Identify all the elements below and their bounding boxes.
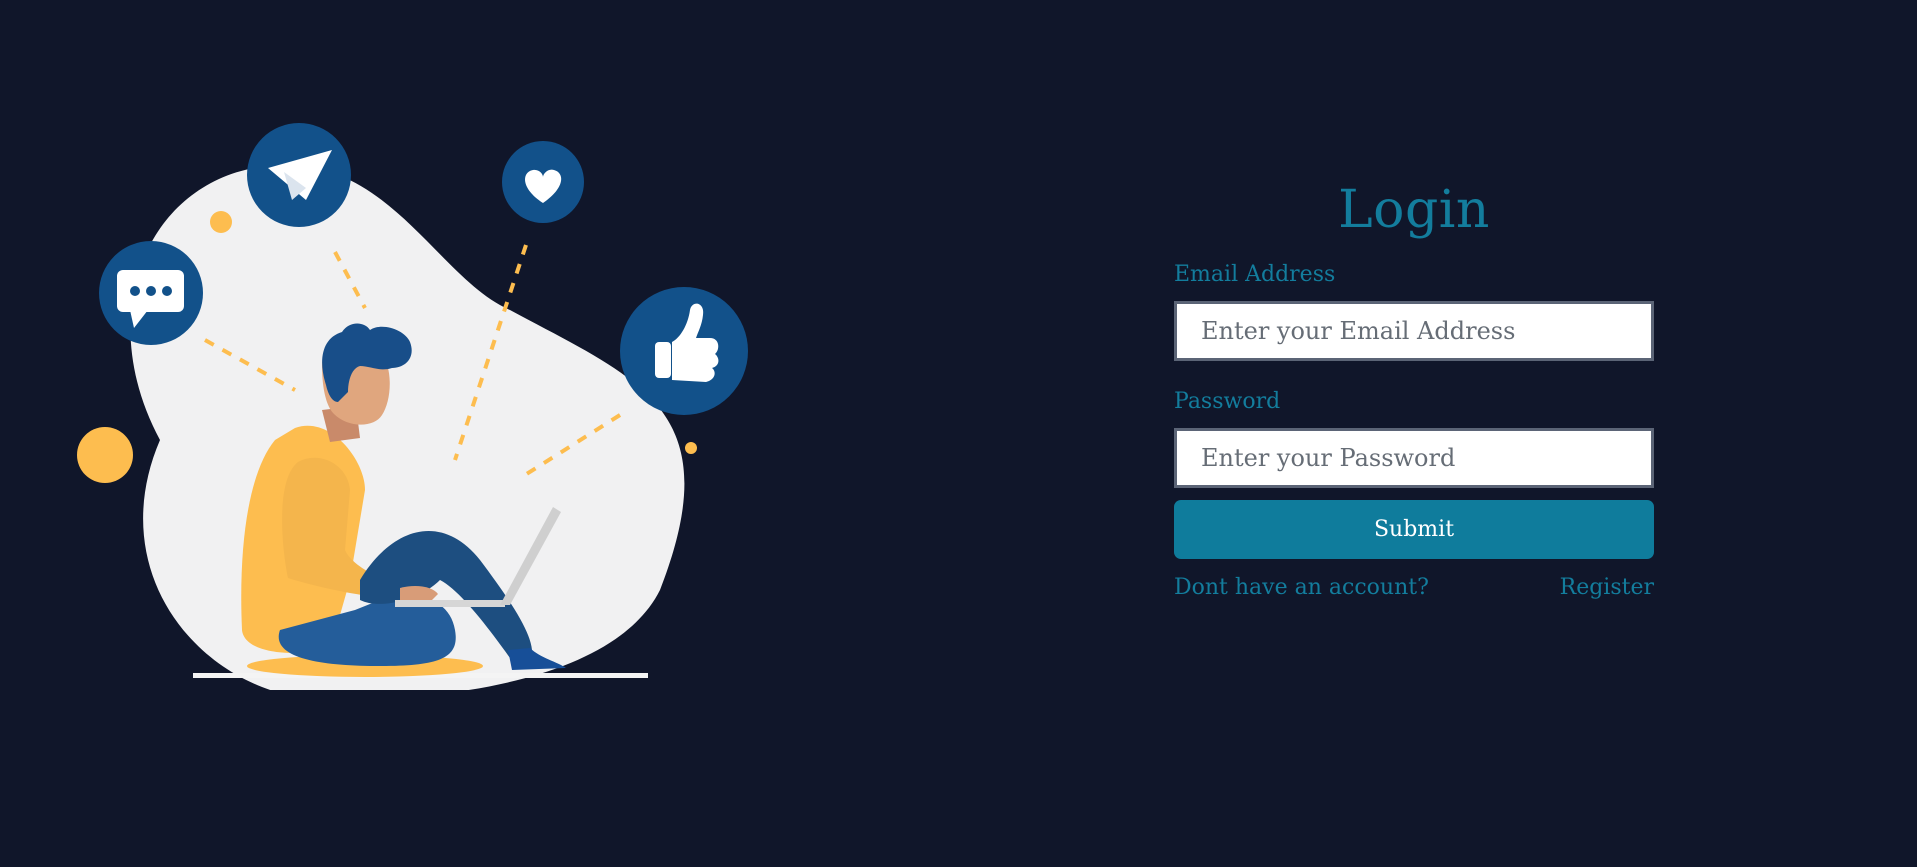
no-account-text: Dont have an account? <box>1174 575 1429 600</box>
password-label: Password <box>1174 389 1281 414</box>
person-laptop-illustration <box>77 123 748 690</box>
chat-bubble-icon <box>99 241 203 345</box>
email-input[interactable] <box>1174 301 1654 361</box>
paper-plane-icon <box>247 123 351 227</box>
login-page: Login Email Address Password Submit Dont… <box>0 0 1917 867</box>
thumbs-up-icon <box>620 287 748 415</box>
yellow-dot-tiny <box>685 442 697 454</box>
login-title: Login <box>1338 180 1490 240</box>
yellow-dot-small <box>210 211 232 233</box>
submit-button[interactable]: Submit <box>1174 500 1654 559</box>
heart-icon <box>502 141 584 223</box>
yellow-dot-large <box>77 427 133 483</box>
email-field-group: Email Address <box>1174 262 1654 361</box>
register-row: Dont have an account? Register <box>1174 575 1654 600</box>
password-input[interactable] <box>1174 428 1654 488</box>
email-label: Email Address <box>1174 262 1336 287</box>
password-field-group: Password <box>1174 389 1654 488</box>
login-form: Login Email Address Password Submit Dont… <box>1174 180 1654 600</box>
register-link[interactable]: Register <box>1560 575 1654 600</box>
laptop-base <box>395 600 505 607</box>
